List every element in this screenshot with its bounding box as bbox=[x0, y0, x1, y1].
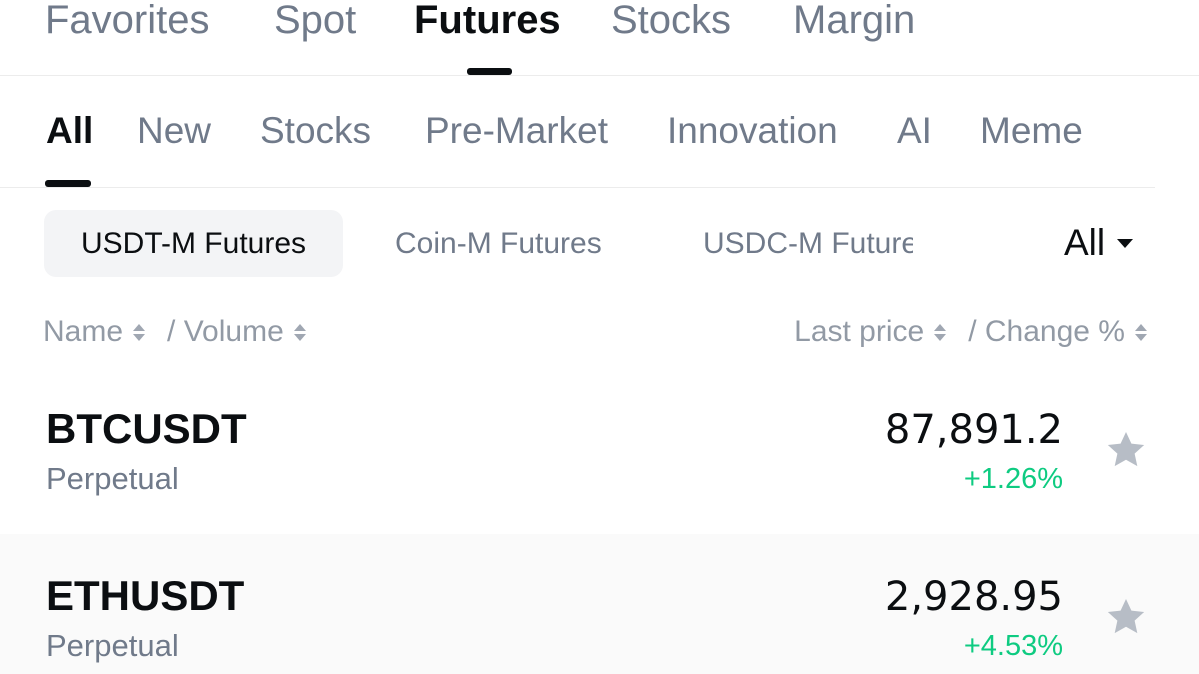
chip-usdc-m-futures-label: USDC-M Futures bbox=[703, 227, 913, 260]
category-tab-pre-market[interactable]: Pre-Market bbox=[425, 108, 608, 154]
tab-margin[interactable]: Margin bbox=[793, 0, 915, 46]
sort-by-change[interactable]: / Change % bbox=[968, 315, 1147, 349]
last-price: 2,928.95 bbox=[884, 574, 1063, 620]
category-tab-meme[interactable]: Meme bbox=[980, 108, 1083, 154]
sort-by-last-price[interactable]: Last price bbox=[794, 315, 947, 349]
category-tab-ai[interactable]: AI bbox=[897, 108, 932, 154]
column-name-label: Name bbox=[43, 315, 124, 348]
star-icon[interactable] bbox=[1104, 595, 1148, 639]
column-header-right: Last price / Change % bbox=[794, 312, 1147, 352]
column-last-price-label: Last price bbox=[794, 315, 925, 348]
column-header-left: Name / Volume bbox=[43, 312, 318, 352]
tab-favorites[interactable]: Favorites bbox=[45, 0, 210, 46]
symbol: ETHUSDT bbox=[46, 572, 245, 619]
sort-icon bbox=[133, 323, 146, 341]
chip-coin-m-futures[interactable]: Coin-M Futures bbox=[395, 210, 602, 277]
chip-usdt-m-futures[interactable]: USDT-M Futures bbox=[44, 210, 343, 277]
category-tab-new[interactable]: New bbox=[137, 108, 211, 154]
last-price: 87,891.2 bbox=[884, 407, 1063, 453]
market-tabs: Favorites Spot Futures Stocks Margin bbox=[0, 0, 1199, 76]
scroll-fade bbox=[1110, 96, 1155, 166]
filter-dropdown[interactable]: All bbox=[1064, 218, 1134, 268]
sort-by-name[interactable]: Name bbox=[43, 315, 146, 349]
sort-by-volume[interactable]: / Volume bbox=[167, 315, 306, 349]
contract-type: Perpetual bbox=[46, 461, 179, 496]
tab-spot[interactable]: Spot bbox=[274, 0, 356, 46]
column-change-label: / Change % bbox=[968, 315, 1125, 348]
sort-icon bbox=[1135, 323, 1147, 341]
change-percent: +4.53% bbox=[963, 630, 1063, 662]
category-tab-innovation[interactable]: Innovation bbox=[667, 108, 838, 154]
contract-type: Perpetual bbox=[46, 628, 179, 663]
tab-stocks[interactable]: Stocks bbox=[611, 0, 731, 46]
category-tab-stocks[interactable]: Stocks bbox=[260, 108, 371, 154]
change-percent: +1.26% bbox=[963, 463, 1063, 495]
category-tab-all[interactable]: All bbox=[46, 108, 93, 154]
active-tab-indicator bbox=[467, 68, 512, 75]
market-row-btcusdt[interactable]: BTCUSDT Perpetual 87,891.2 +1.26% bbox=[0, 367, 1199, 534]
active-category-indicator bbox=[45, 180, 91, 187]
category-tabs: All New Stocks Pre-Market Innovation AI … bbox=[0, 76, 1155, 188]
chip-usdc-m-futures[interactable]: USDC-M Futures bbox=[703, 210, 913, 277]
sort-icon bbox=[293, 323, 306, 341]
market-row-ethusdt[interactable]: ETHUSDT Perpetual 2,928.95 +4.53% bbox=[0, 534, 1199, 674]
column-volume-label: / Volume bbox=[167, 315, 284, 348]
caret-down-icon bbox=[1117, 238, 1134, 248]
futures-markets-screen: Favorites Spot Futures Stocks Margin All… bbox=[0, 0, 1199, 674]
star-icon[interactable] bbox=[1104, 428, 1148, 472]
filter-label: All bbox=[1064, 222, 1106, 263]
tab-futures[interactable]: Futures bbox=[414, 0, 561, 46]
symbol: BTCUSDT bbox=[46, 405, 247, 452]
sort-icon bbox=[934, 323, 947, 341]
